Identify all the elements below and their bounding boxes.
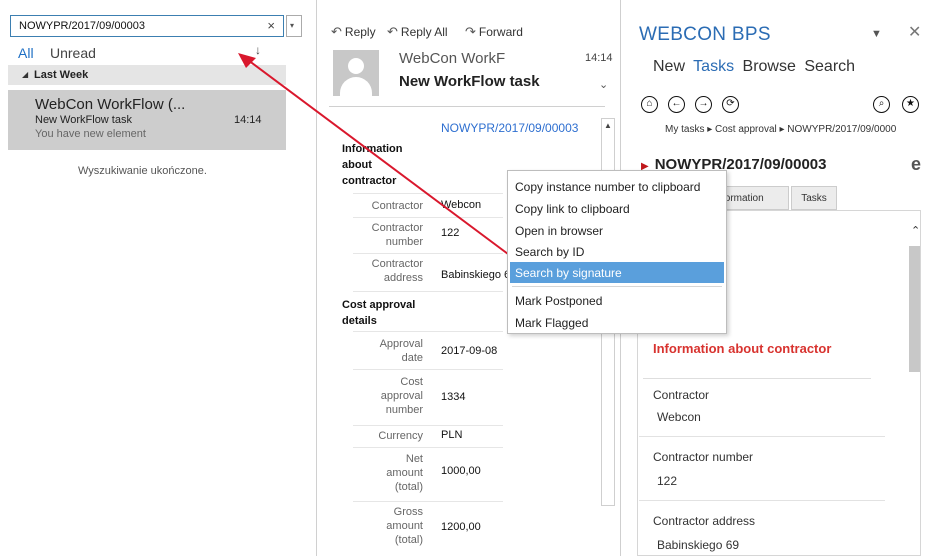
addin-title: WEBCON BPS [639, 24, 771, 45]
menu-separator [512, 286, 722, 287]
message-time: 14:14 [585, 52, 613, 64]
reply-all-button[interactable]: ↶ Reply All [387, 24, 448, 40]
field-value-currency: PLN [441, 429, 463, 441]
form-value-contractor-number: 122 [657, 474, 678, 488]
field-label-contractor-address: Contractor address [371, 258, 423, 284]
home-icon[interactable]: ⌂ [641, 96, 658, 113]
menu-item-mark-flagged[interactable]: Mark Flagged [510, 312, 724, 333]
filter-all-tab[interactable]: All [18, 45, 34, 61]
menu-item-open-in-browser[interactable]: Open in browser [510, 220, 724, 241]
search-scope-dropdown[interactable]: ▾ [286, 15, 302, 37]
mail-list-item[interactable]: WebCon WorkFlow (... New WorkFlow task 1… [8, 90, 286, 150]
field-label-approval-date: Approval date [379, 338, 423, 364]
nav-browse[interactable]: Browse [743, 58, 796, 75]
field-label-contractor-number: Contractor number [371, 222, 423, 248]
clear-search-icon[interactable]: × [267, 18, 275, 33]
mail-list-pane: NOWYPR/2017/09/00003 × ▾ All Unread ↓ ◢ … [0, 0, 316, 556]
chevron-down-icon: ▾ [290, 21, 295, 30]
reply-label: Reply [344, 25, 376, 39]
search-icon[interactable]: ⌕ [873, 96, 890, 113]
mail-time: 14:14 [234, 114, 262, 126]
back-icon[interactable]: ← [668, 96, 685, 113]
form-value-contractor-address: Babinskiego 69 [657, 538, 740, 552]
forward-button[interactable]: ↷ Forward [465, 24, 523, 40]
nav-new[interactable]: New [653, 58, 685, 75]
field-value-gross-amount: 1200,00 [441, 521, 481, 533]
context-menu: Copy instance number to clipboard Copy l… [507, 170, 727, 334]
menu-item-search-by-signature[interactable]: Search by signature [510, 262, 724, 283]
close-icon[interactable]: ✕ [908, 22, 921, 42]
field-value-approval-date: 2017-09-08 [441, 345, 498, 357]
form-label-contractor: Contractor [653, 388, 710, 402]
refresh-icon[interactable]: ⟳ [722, 96, 739, 113]
collapse-triangle-icon[interactable]: ◢ [22, 70, 28, 79]
mail-sender: WebCon WorkFlow (... [35, 96, 186, 113]
field-label-currency: Currency [378, 430, 423, 442]
forward-icon: ↷ [465, 24, 476, 39]
form-value-contractor: Webcon [657, 410, 701, 424]
nav-tasks[interactable]: Tasks [693, 58, 734, 75]
message-sender[interactable]: WebCon WorkF [399, 50, 505, 67]
expand-header-icon[interactable]: ⌄ [599, 78, 608, 91]
tab-tasks[interactable]: Tasks [791, 186, 837, 210]
section-divider [643, 378, 871, 379]
menu-item-search-by-id[interactable]: Search by ID [510, 241, 724, 262]
field-value-contractor-number: 122 [441, 227, 460, 239]
reply-all-icon: ↶ [387, 24, 398, 39]
open-in-browser-icon[interactable]: e [911, 154, 921, 175]
forward-nav-icon[interactable]: → [695, 96, 712, 113]
favorite-star-icon[interactable]: ★ [902, 96, 919, 113]
field-label-cost-approval-number: Cost approval number [380, 376, 423, 416]
search-input[interactable]: NOWYPR/2017/09/00003 × [10, 15, 284, 37]
field-value-cost-approval-number: 1334 [441, 391, 466, 403]
message-subject: New WorkFlow task [399, 73, 540, 90]
field-value-net-amount: 1000,00 [441, 465, 481, 477]
mail-subject: New WorkFlow task [35, 114, 132, 126]
menu-item-copy-link[interactable]: Copy link to clipboard [510, 198, 724, 219]
field-label-gross-amount: Gross amount (total) [386, 506, 423, 546]
section-heading-contractor: Information about contractor [342, 143, 403, 187]
breadcrumb[interactable]: My tasks ▸ Cost approval ▸ NOWYPR/2017/0… [665, 124, 896, 135]
section-heading-cost-approval: Cost approval details [342, 299, 416, 327]
field-label-contractor: Contractor [371, 200, 423, 212]
scroll-up-icon[interactable]: ⌃ [911, 224, 920, 237]
pane-options-dropdown-icon[interactable]: ▼ [871, 28, 882, 40]
forward-label: Forward [478, 25, 523, 39]
mail-preview: You have new element [35, 128, 146, 140]
group-header-last-week[interactable]: ◢ Last Week [8, 65, 286, 85]
nav-search[interactable]: Search [804, 58, 855, 75]
form-label-contractor-address: Contractor address [653, 514, 756, 528]
field-value-contractor-address: Babinskiego 69 [441, 269, 517, 281]
reply-button[interactable]: ↶ Reply [331, 24, 376, 40]
scroll-up-icon[interactable]: ▲ [604, 121, 612, 130]
menu-item-copy-instance-number[interactable]: Copy instance number to clipboard [510, 176, 724, 197]
instance-signature-link[interactable]: NOWYPR/2017/09/00003 [441, 121, 578, 135]
group-header-label: Last Week [34, 69, 89, 81]
addin-nav: New Tasks Browse Search [653, 58, 859, 76]
form-scrollbar-thumb[interactable] [909, 246, 920, 372]
field-label-net-amount: Net amount (total) [386, 453, 423, 493]
search-input-value[interactable]: NOWYPR/2017/09/00003 [19, 20, 145, 32]
field-value-contractor: Webcon [441, 199, 482, 211]
menu-item-mark-postponed[interactable]: Mark Postponed [510, 290, 724, 311]
sort-arrow-icon[interactable]: ↓ [255, 43, 261, 57]
section-heading-contractor: Information about contractor [653, 341, 832, 356]
search-status-text: Wyszukiwanie ukończone. [78, 165, 207, 177]
avatar [333, 50, 379, 96]
reply-icon: ↶ [331, 24, 342, 39]
filter-unread-tab[interactable]: Unread [50, 45, 96, 61]
reply-all-label: Reply All [400, 25, 448, 39]
form-label-contractor-number: Contractor number [653, 450, 754, 464]
